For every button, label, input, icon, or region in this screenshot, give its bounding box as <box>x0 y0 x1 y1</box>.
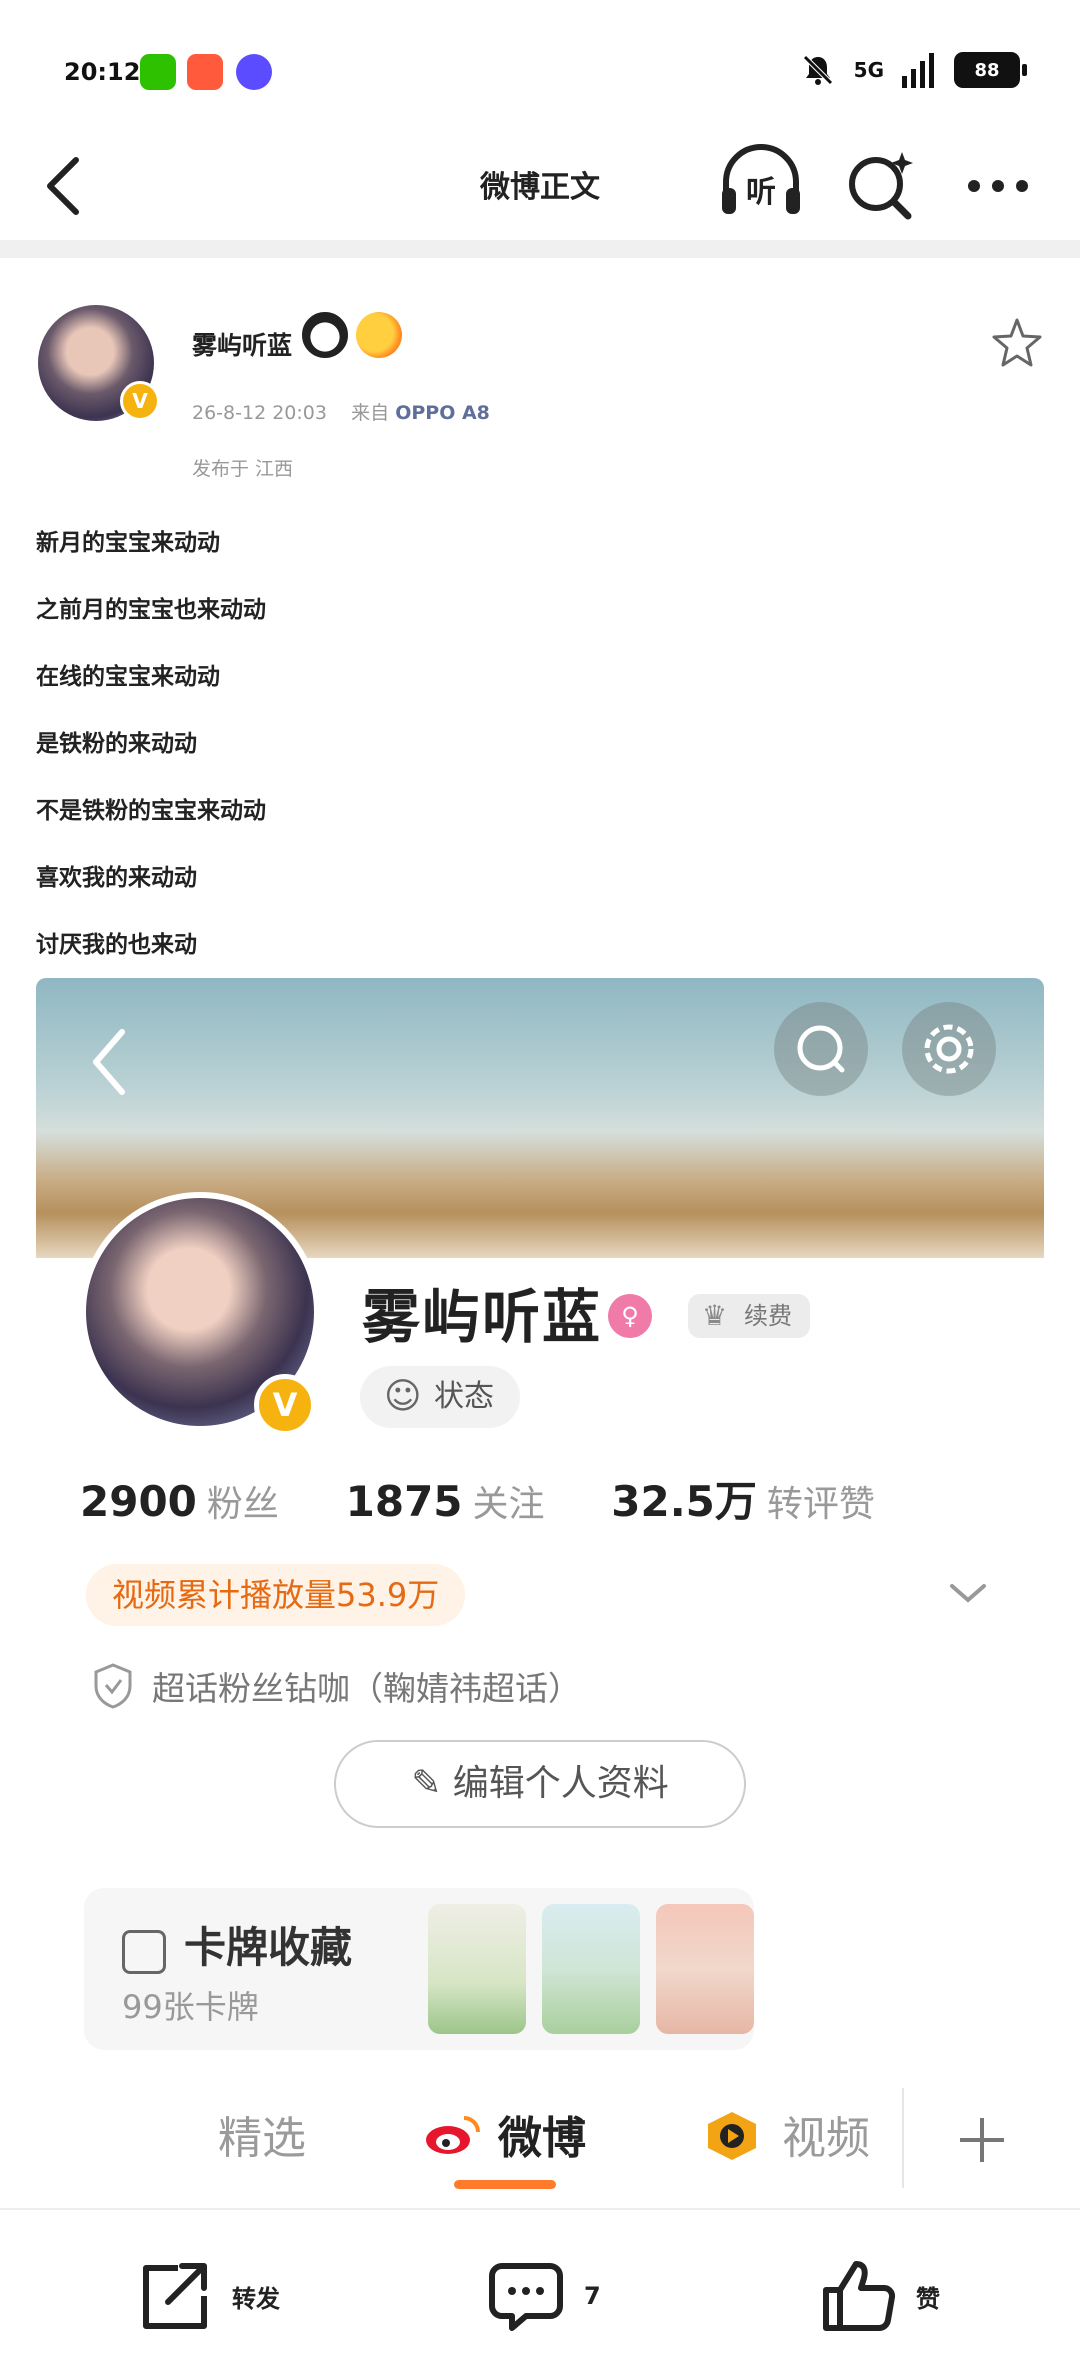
section-divider <box>0 240 1080 258</box>
bottom-action-bar: 转发 7 赞 <box>0 2208 1080 2372</box>
repost-icon <box>143 2263 207 2329</box>
fish-emoji-icon <box>356 312 402 358</box>
shot-gear-icon <box>902 1002 996 1096</box>
tab-featured: 精选 <box>218 2113 306 2164</box>
like-button[interactable]: 赞 <box>818 2254 940 2338</box>
following-count: 1875 <box>345 1477 463 1526</box>
post-time: 26-8-12 20:03 <box>192 402 327 424</box>
comment-count: 7 <box>584 2282 601 2310</box>
nav-bar: 微博正文 听 <box>0 130 1080 240</box>
shot-search-icon <box>774 1002 868 1096</box>
signal-icon <box>902 53 934 88</box>
tab-weibo: 微博 <box>498 2113 586 2164</box>
card-collection-title: 卡牌收藏 <box>184 1923 353 1972</box>
status-chip: 状态 <box>360 1366 520 1428</box>
interactions-label: 转评赞 <box>766 1484 875 1525</box>
card-icon <box>122 1930 166 1974</box>
chevron-down-icon <box>950 1584 986 1603</box>
super-topic-text: 超话粉丝钻咖（鞠婧祎超话） <box>152 1669 581 1708</box>
post-source[interactable]: OPPO A8 <box>395 402 490 424</box>
edit-profile-button: ✎ 编辑个人资料 <box>334 1740 746 1828</box>
verified-badge-icon: V <box>120 381 160 421</box>
profile-tabs: 精选 微博 视频 <box>36 2088 1044 2189</box>
post-line: 新月的宝宝来动动 <box>36 530 220 556</box>
fans-count: 2900 <box>80 1477 197 1526</box>
post-text: 新月的宝宝来动动 之前月的宝宝也来动动 在线的宝宝来动动 是铁粉的来动动 不是铁… <box>36 524 266 993</box>
more-icon[interactable] <box>958 142 1038 222</box>
card-thumbnail <box>542 1904 640 2034</box>
author-name[interactable]: 雾屿听蓝 <box>192 326 292 362</box>
pencil-icon: ✎ <box>411 1763 453 1804</box>
post-meta: 26-8-12 20:03 来自 OPPO A8 <box>192 398 490 425</box>
status-time: 20:12 <box>64 58 141 86</box>
video-logo-icon <box>708 2112 756 2160</box>
video-plays-pill: 视频累计播放量53.9万 <box>86 1564 466 1626</box>
renew-badge: 续费 <box>688 1294 810 1338</box>
add-tab-icon <box>960 2118 1004 2162</box>
card-thumbnail <box>428 1904 526 2034</box>
post-location: 发布于 江西 <box>192 458 294 480</box>
favorite-star-icon[interactable] <box>990 316 1044 370</box>
network-label: 5G <box>853 58 884 82</box>
female-icon: ♀ <box>608 1294 652 1338</box>
weibo-logo-icon <box>426 2116 480 2154</box>
battery-icon: 88 <box>954 52 1027 88</box>
repost-button[interactable]: 转发 <box>134 2254 280 2338</box>
status-indicators: 5G 88 <box>800 48 1027 92</box>
post-line: 在线的宝宝来动动 <box>36 664 220 690</box>
shot-back-icon <box>93 1029 125 1095</box>
profile-verified-icon: V <box>254 1374 316 1436</box>
like-label: 赞 <box>916 2284 940 2313</box>
repost-label: 转发 <box>232 2284 280 2313</box>
edit-profile-label: 编辑个人资料 <box>452 1763 669 1804</box>
panda-emoji-icon <box>302 312 348 358</box>
profile-stats: 2900 粉丝 1875 关注 32.5万 转评赞 <box>80 1468 929 1529</box>
tieba-icon <box>236 54 272 90</box>
search-ai-icon[interactable] <box>840 142 920 222</box>
thumbs-up-icon <box>823 2261 896 2332</box>
app-icon <box>187 54 223 90</box>
shield-icon <box>94 1663 132 1709</box>
card-collection-count: 99张卡牌 <box>122 1988 259 2026</box>
comment-icon <box>489 2263 563 2331</box>
card-collection: 卡牌收藏 99张卡牌 <box>84 1888 754 2050</box>
card-thumbnail <box>656 1904 754 2034</box>
following-label: 关注 <box>472 1484 545 1525</box>
interactions-count: 32.5万 <box>611 1477 757 1526</box>
status-bar: 20:12 5G 88 <box>0 0 1080 130</box>
post-line: 喜欢我的来动动 <box>36 865 197 891</box>
active-tab-indicator <box>454 2180 556 2189</box>
author-avatar[interactable]: V <box>38 305 160 421</box>
tab-separator <box>902 2088 904 2188</box>
tab-video: 视频 <box>782 2113 870 2164</box>
listen-label: 听 <box>746 175 776 210</box>
source-prefix: 来自 <box>351 402 390 424</box>
post-line: 之前月的宝宝也来动动 <box>36 597 266 623</box>
mute-bell-icon <box>802 55 833 85</box>
fans-label: 粉丝 <box>206 1484 279 1525</box>
post-image-profile-screenshot[interactable]: V 雾屿听蓝 ♀ 续费 状态 2900粉丝 1875关注 32.5万转评赞 视频… <box>36 978 1044 2190</box>
comment-button[interactable]: 7 <box>486 2254 601 2338</box>
super-topic-row: 超话粉丝钻咖（鞠婧祎超话） <box>92 1656 581 1716</box>
post-line: 不是铁粉的宝宝来动动 <box>36 798 266 824</box>
profile-name: 雾屿听蓝 <box>362 1283 603 1351</box>
listen-headphones-icon[interactable]: 听 <box>716 140 806 220</box>
post-line: 是铁粉的来动动 <box>36 731 197 757</box>
wechat-icon <box>140 54 176 90</box>
